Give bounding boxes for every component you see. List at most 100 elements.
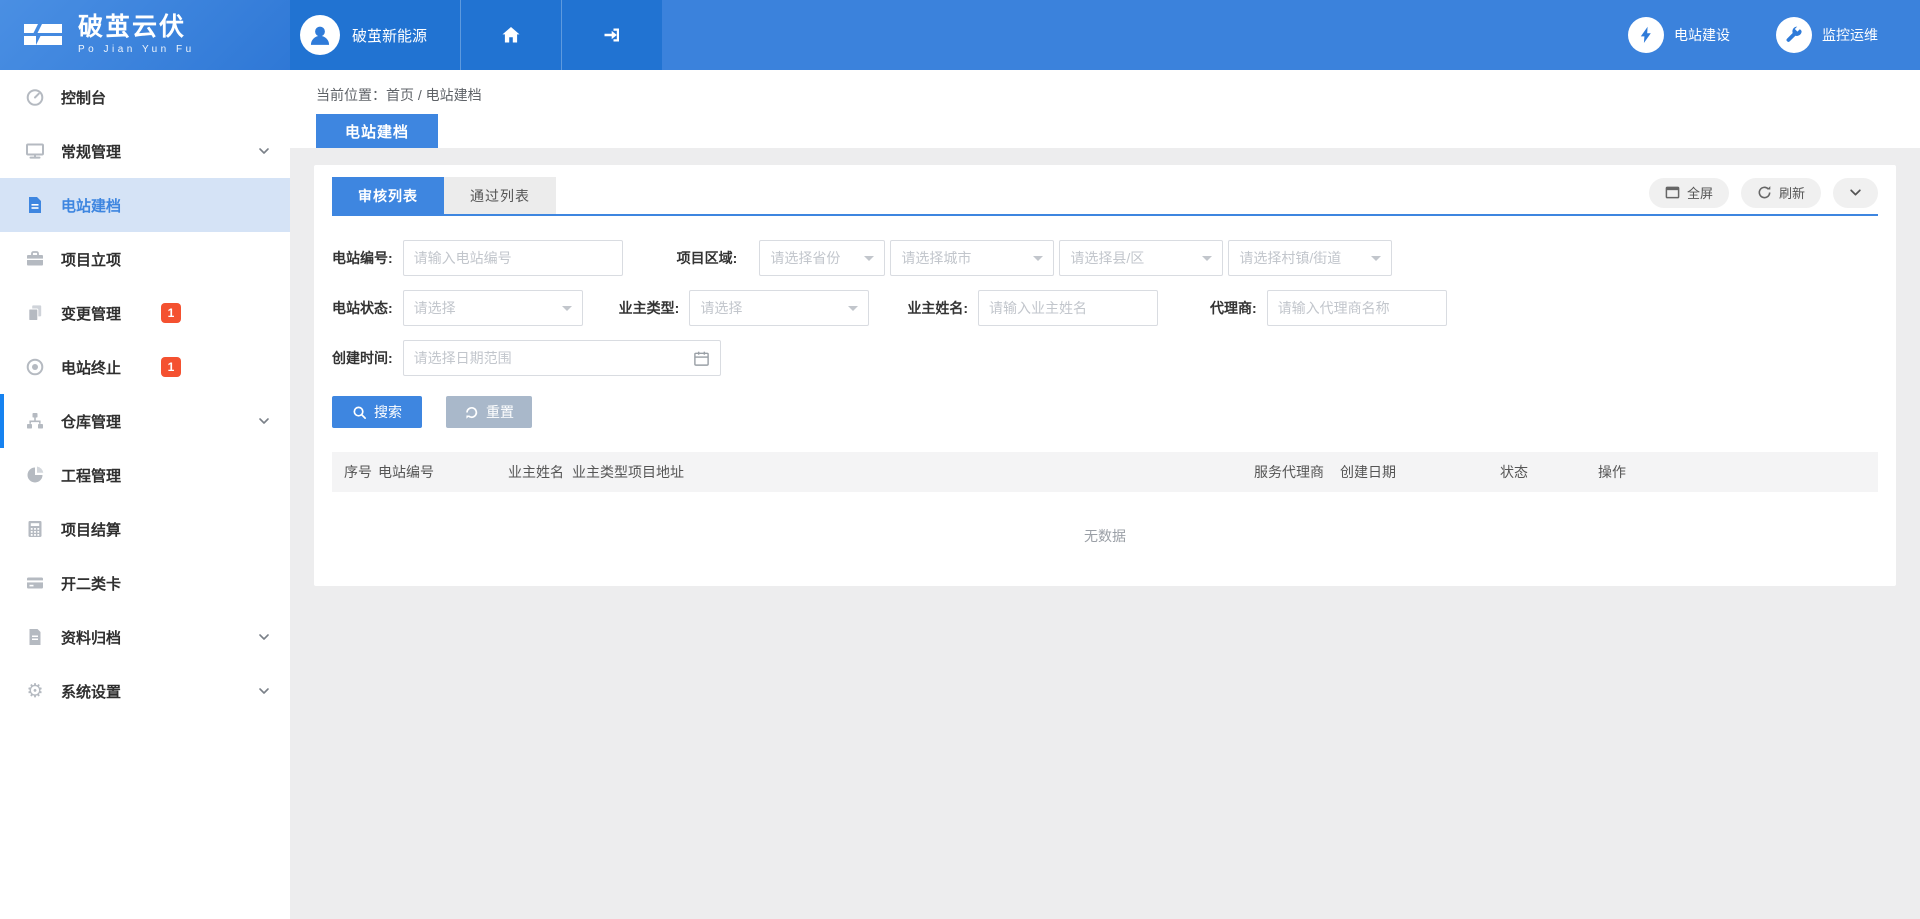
filter-form: 电站编号: 项目区域: 请选择省份 请选择城市 请选择县/区 xyxy=(332,216,1878,428)
sidebar-item-general-mgmt[interactable]: 常规管理 xyxy=(0,124,290,178)
sidebar-item-station-terminate[interactable]: 电站终止 1 xyxy=(0,340,290,394)
tab-passed-list[interactable]: 通过列表 xyxy=(444,177,556,214)
col-project-address: 项目地址 xyxy=(628,462,1254,482)
briefcase-icon xyxy=(24,249,46,269)
monitor-ops-action[interactable]: 监控运维 xyxy=(1776,17,1878,53)
chevron-down-icon xyxy=(258,415,270,427)
sidebar-item-label: 电站终止 xyxy=(61,357,121,378)
panel-tabs-bar: 审核列表 通过列表 全屏 刷 xyxy=(332,177,1878,216)
town-select[interactable]: 请选择村镇/街道 xyxy=(1228,240,1392,276)
fullscreen-label: 全屏 xyxy=(1687,183,1713,202)
table-header-row: 序号 电站编号 业主姓名 业主类型 项目地址 服务代理商 创建日期 状态 操作 xyxy=(332,452,1878,492)
caret-down-icon xyxy=(1202,256,1212,266)
sidebar-item-label: 资料归档 xyxy=(61,627,121,648)
col-index: 序号 xyxy=(344,462,378,482)
panel-card: 审核列表 通过列表 全屏 刷 xyxy=(314,165,1896,586)
station-no-label: 电站编号: xyxy=(332,248,393,268)
col-service-agent: 服务代理商 xyxy=(1254,462,1340,482)
col-operation: 操作 xyxy=(1598,462,1878,482)
card-icon xyxy=(24,573,46,593)
date-range-placeholder: 请选择日期范围 xyxy=(414,348,512,368)
station-status-placeholder: 请选择 xyxy=(414,298,456,318)
bolt-circle xyxy=(1628,17,1664,53)
tab-review-list[interactable]: 审核列表 xyxy=(332,177,444,214)
topbar: 破茧新能源 电站建设 xyxy=(290,0,1920,70)
station-status-select[interactable]: 请选择 xyxy=(403,290,583,326)
refresh-label: 刷新 xyxy=(1779,183,1805,202)
user-name: 破茧新能源 xyxy=(352,25,427,46)
search-icon xyxy=(352,405,367,420)
wrench-icon xyxy=(1784,25,1804,45)
sidebar-item-label: 控制台 xyxy=(61,87,106,108)
reset-icon xyxy=(464,405,479,420)
county-select[interactable]: 请选择县/区 xyxy=(1059,240,1223,276)
user-menu[interactable]: 破茧新能源 xyxy=(290,0,460,70)
collapse-button[interactable] xyxy=(1833,178,1878,208)
sidebar-item-project-initiation[interactable]: 项目立项 xyxy=(0,232,290,286)
caret-down-icon xyxy=(864,256,874,266)
monitor-icon xyxy=(24,141,46,161)
document-icon xyxy=(24,195,46,215)
app-header: 破茧云伏 Po Jian Yun Fu 破茧新能源 xyxy=(0,0,1920,70)
sidebar-item-engineering-mgmt[interactable]: 工程管理 xyxy=(0,448,290,502)
filter-row-3: 创建时间: 请选择日期范围 xyxy=(332,340,1878,376)
search-button[interactable]: 搜索 xyxy=(332,396,422,428)
city-select[interactable]: 请选择城市 xyxy=(890,240,1054,276)
brand-title: 破茧云伏 xyxy=(78,15,195,40)
caret-down-icon xyxy=(848,306,858,316)
county-placeholder: 请选择县/区 xyxy=(1070,248,1144,268)
sitemap-icon xyxy=(24,411,46,431)
logo-mark-icon xyxy=(20,15,66,55)
city-placeholder: 请选择城市 xyxy=(901,248,971,268)
filter-row-1: 电站编号: 项目区域: 请选择省份 请选择城市 请选择县/区 xyxy=(332,240,1878,276)
home-icon xyxy=(500,24,522,46)
sidebar-item-open-card[interactable]: 开二类卡 xyxy=(0,556,290,610)
home-button[interactable] xyxy=(460,0,561,70)
province-select[interactable]: 请选择省份 xyxy=(759,240,885,276)
page-head: 当前位置：首页 / 电站建档 电站建档 xyxy=(290,70,1920,148)
page-tab-station-archive[interactable]: 电站建档 xyxy=(316,114,438,148)
region-label: 项目区域: xyxy=(677,248,738,268)
sidebar-item-console[interactable]: 控制台 xyxy=(0,70,290,124)
col-created-date: 创建日期 xyxy=(1340,462,1500,482)
sidebar-item-label: 变更管理 xyxy=(61,303,121,324)
search-label: 搜索 xyxy=(374,402,402,422)
col-station-no: 电站编号 xyxy=(378,462,508,482)
main-content: 当前位置：首页 / 电站建档 电站建档 审核列表 通过列表 全屏 xyxy=(290,70,1920,919)
station-build-action[interactable]: 电站建设 xyxy=(1628,17,1730,53)
sidebar-item-label: 仓库管理 xyxy=(61,411,121,432)
refresh-button[interactable]: 刷新 xyxy=(1741,178,1821,208)
empty-state: 无数据 xyxy=(332,492,1878,580)
caret-down-icon xyxy=(562,306,572,316)
fullscreen-button[interactable]: 全屏 xyxy=(1649,178,1729,208)
station-status-label: 电站状态: xyxy=(332,298,393,318)
record-icon xyxy=(24,357,46,377)
sidebar-item-change-mgmt[interactable]: 变更管理 1 xyxy=(0,286,290,340)
calculator-icon xyxy=(24,519,46,539)
owner-type-select[interactable]: 请选择 xyxy=(689,290,869,326)
province-placeholder: 请选择省份 xyxy=(770,248,840,268)
date-range-input[interactable]: 请选择日期范围 xyxy=(403,340,721,376)
brand-subtitle: Po Jian Yun Fu xyxy=(78,45,195,55)
chevron-down-icon xyxy=(258,145,270,157)
pie-chart-icon xyxy=(24,465,46,485)
topbar-right-group: 电站建设 监控运维 xyxy=(1628,0,1920,70)
col-status: 状态 xyxy=(1500,462,1598,482)
agent-input[interactable] xyxy=(1267,290,1447,326)
sidebar: 控制台 常规管理 电站建档 xyxy=(0,70,290,919)
sidebar-item-system-settings[interactable]: ⚙ 系统设置 xyxy=(0,664,290,718)
sidebar-item-project-settlement[interactable]: 项目结算 xyxy=(0,502,290,556)
sidebar-item-data-archive[interactable]: 资料归档 xyxy=(0,610,290,664)
reset-button[interactable]: 重置 xyxy=(446,396,532,428)
owner-name-input[interactable] xyxy=(978,290,1158,326)
sidebar-item-label: 电站建档 xyxy=(61,195,121,216)
sign-in-button[interactable] xyxy=(561,0,662,70)
sidebar-item-station-archive[interactable]: 电站建档 xyxy=(0,178,290,232)
sidebar-item-label: 常规管理 xyxy=(61,141,121,162)
station-build-label: 电站建设 xyxy=(1674,25,1730,45)
sidebar-item-warehouse-mgmt[interactable]: 仓库管理 xyxy=(0,394,290,448)
bolt-icon xyxy=(1636,25,1656,45)
station-no-input[interactable] xyxy=(403,240,623,276)
breadcrumb: 当前位置：首页 / 电站建档 xyxy=(290,70,1920,105)
owner-type-placeholder: 请选择 xyxy=(700,298,742,318)
